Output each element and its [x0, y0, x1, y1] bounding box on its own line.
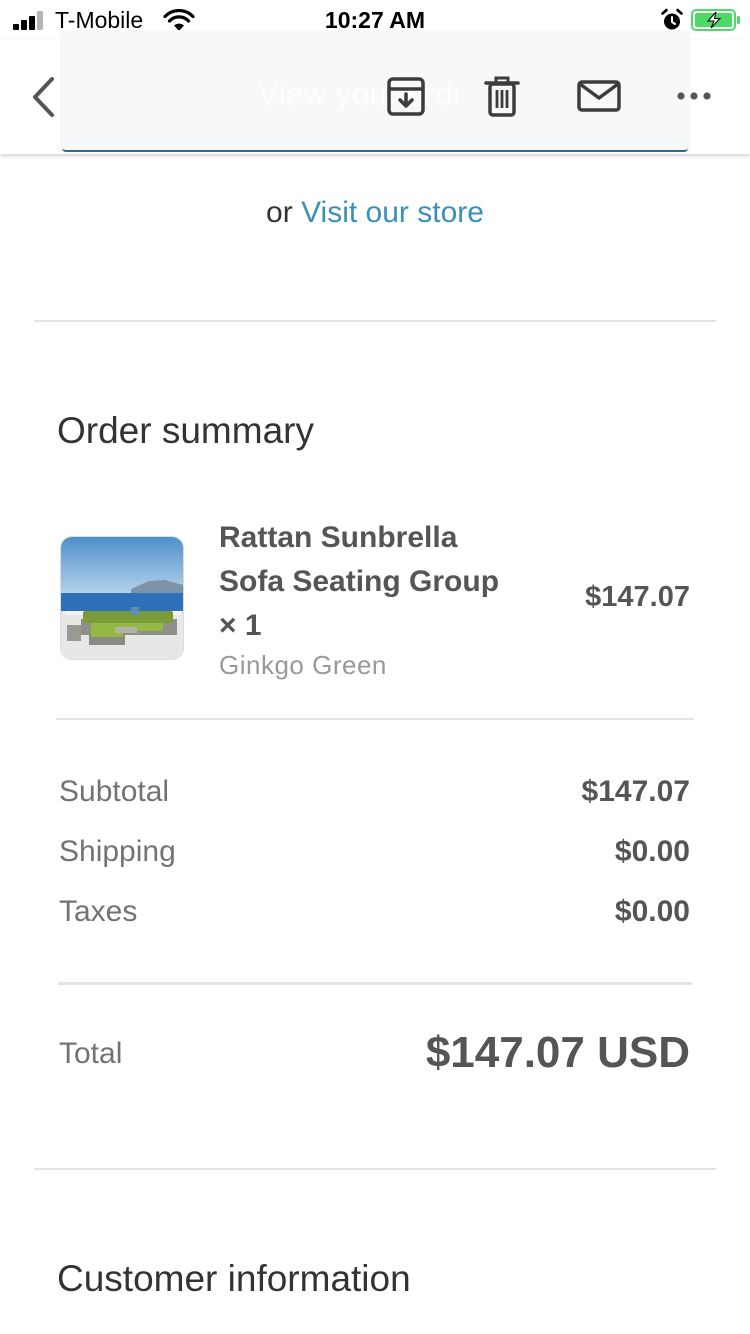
- mail-icon[interactable]: [576, 74, 622, 118]
- trash-icon[interactable]: [480, 74, 524, 118]
- taxes-value: $0.00: [614, 895, 690, 928]
- order-summary-title: Order summary: [57, 410, 314, 451]
- shipping-label: Shipping: [59, 835, 176, 868]
- visit-store-link[interactable]: Visit our store: [301, 196, 484, 229]
- section-divider: [34, 320, 716, 322]
- subtotal-value: $147.07: [581, 775, 690, 808]
- email-view: T-Mobile 10:27 AM View your order: [0, 0, 750, 1334]
- subtotal-label: Subtotal: [59, 775, 170, 808]
- visit-store-line: or Visit our store: [0, 196, 750, 230]
- total-value: $147.07 USD: [425, 1028, 690, 1077]
- sofa-photo-icon: [61, 537, 183, 659]
- shipping-value: $0.00: [614, 835, 690, 868]
- customer-information-title: Customer information: [57, 1258, 411, 1299]
- product-variant: Ginkgo Green: [219, 650, 387, 680]
- product-divider: [56, 718, 694, 720]
- store-prefix: or: [266, 196, 293, 229]
- archive-icon[interactable]: [384, 74, 428, 118]
- product-name: Rattan Sunbrella Sofa Seating Group × 1: [219, 521, 500, 642]
- section-divider: [34, 1168, 716, 1170]
- alarm-icon: [661, 8, 683, 30]
- totals-divider: [58, 982, 692, 985]
- view-order-label-ghost: View your order: [258, 76, 458, 112]
- product-image: [60, 536, 184, 660]
- back-button[interactable]: [28, 74, 60, 120]
- taxes-label: Taxes: [59, 895, 138, 928]
- nav-bar: View your order: [0, 30, 750, 154]
- total-label: Total: [59, 1037, 123, 1070]
- product-price: $147.07: [585, 581, 690, 613]
- more-horizontal-icon[interactable]: [674, 74, 714, 118]
- battery-charging-icon: [691, 9, 740, 31]
